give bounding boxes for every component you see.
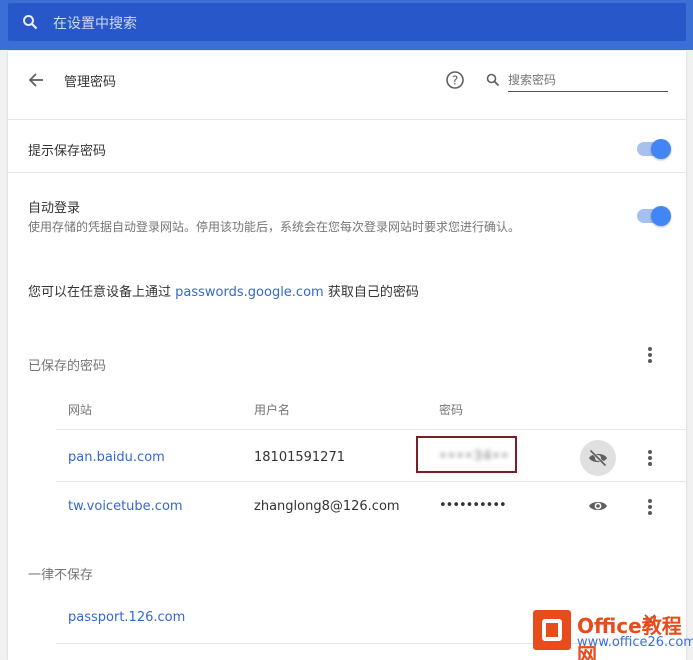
table-row: pan.baidu.com 18101591271 ••••34•• [56,431,686,481]
password-search-placeholder: 搜索密码 [508,73,557,87]
watermark-url: www.office26.com [577,635,693,650]
row-site[interactable]: pan.baidu.com [68,450,165,465]
watermark-logo: Office教程网 www.office26.com [527,604,693,660]
column-header-site: 网站 [68,403,93,417]
never-saved-site[interactable]: passport.126.com [68,610,185,625]
sync-note-prefix: 您可以在任意设备上通过 [28,285,172,300]
header-divider [8,119,686,120]
row-site[interactable]: tw.voicetube.com [68,499,183,514]
show-password-button[interactable] [580,488,616,524]
offer-save-toggle[interactable] [637,139,671,159]
row-username: zhanglong8@126.com [254,499,400,514]
svg-text:?: ? [452,74,458,88]
settings-search-box[interactable]: 在设置中搜索 [8,3,686,41]
row-menu-icon[interactable] [648,499,652,515]
back-arrow-icon[interactable] [27,71,45,93]
column-header-username: 用户名 [254,403,291,417]
password-search-input[interactable] [508,91,668,92]
column-header-password: 密码 [439,403,464,417]
settings-search-placeholder: 在设置中搜索 [53,16,137,32]
row-password: ••••34•• [439,449,510,464]
page-title: 管理密码 [64,75,117,90]
hide-password-button[interactable] [580,440,616,476]
saved-passwords-title: 已保存的密码 [28,359,107,374]
passwords-google-link[interactable]: passwords.google.com [175,285,324,300]
divider [8,172,686,173]
sync-note: 您可以在任意设备上通过 passwords.google.com 获取自己的密码 [28,281,419,300]
passwords-card: 管理密码 ? 搜索密码 提示保存密码 自动登录 使用存储的凭据自动登录网站。停用… [8,51,686,660]
saved-passwords-menu-icon[interactable] [648,347,652,363]
auto-signin-toggle[interactable] [637,206,671,226]
offer-save-label: 提示保存密码 [28,144,107,159]
row-menu-icon[interactable] [648,450,652,466]
table-row: tw.voicetube.com zhanglong8@126.com ••••… [56,482,686,532]
row-username: 18101591271 [254,450,345,465]
table-header-divider [56,429,686,430]
row-password: •••••••••• [439,498,507,513]
office-logo-icon [533,610,571,650]
password-search-icon [486,72,500,91]
auto-signin-description: 使用存储的凭据自动登录网站。停用该功能后，系统会在您每次登录网站时要求您进行确认… [28,220,521,234]
sync-note-suffix: 获取自己的密码 [327,285,419,300]
help-icon[interactable]: ? [445,70,465,94]
auto-signin-label: 自动登录 [28,201,81,216]
settings-header: 在设置中搜索 [0,0,693,50]
never-saved-title: 一律不保存 [28,568,94,583]
search-icon [22,14,38,34]
